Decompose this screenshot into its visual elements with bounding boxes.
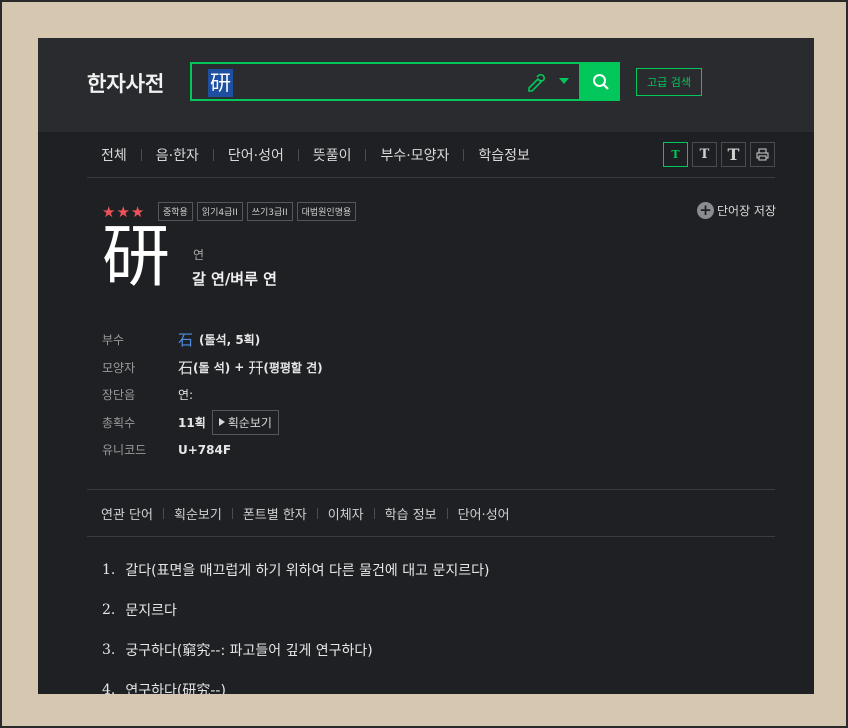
info-row-shape: 모양자 石 (돌 석) + 幵 (평평할 견) (102, 354, 323, 382)
shape-char-link[interactable]: 石 (178, 357, 193, 378)
play-icon (218, 418, 225, 427)
save-label: 단어장 저장 (716, 204, 776, 218)
stroke-order-button[interactable]: 획순보기 (211, 409, 279, 435)
save-to-wordbook-button[interactable]: + 단어장 저장 (696, 202, 776, 219)
stroke-count: 11획 (178, 415, 206, 430)
handwriting-pen-icon[interactable] (525, 71, 547, 93)
tab-all[interactable]: 전체 (87, 145, 141, 165)
badge-list: 중학용 읽기4급II 쓰기3급II 대법원인명용 (158, 202, 357, 221)
search-query[interactable]: 研 (208, 69, 233, 97)
logo[interactable]: 한자사전 (87, 68, 164, 98)
font-large-button[interactable]: T (721, 142, 746, 167)
info-label: 모양자 (102, 360, 136, 375)
info-row-strokes: 총획수 11획 획순보기 (102, 409, 323, 437)
info-label: 장단음 (102, 388, 136, 403)
section-tabs: 연관 단어 획순보기 폰트별 한자 이체자 학습 정보 단어·성어 (87, 489, 775, 537)
definition-number: 1. (102, 562, 116, 578)
print-button[interactable] (750, 142, 775, 167)
hanja-meaning: 갈 연/벼루 연 (192, 270, 277, 288)
info-label: 부수 (102, 333, 125, 348)
photo-frame: 한자사전 研 고급 검색 전체 음·한자 단어·성어 뜻풀이 부수·모양자 학습… (0, 0, 848, 728)
print-icon (756, 148, 769, 161)
definition-text: 문지르다 (125, 603, 177, 619)
tab-meaning[interactable]: 뜻풀이 (299, 145, 366, 165)
definition-text: 갈다(표면을 매끄럽게 하기 위하여 다른 물건에 대고 문지르다) (125, 563, 490, 579)
search-input[interactable]: 研 (190, 62, 581, 101)
definition-number: 2. (102, 602, 116, 618)
info-row-radical: 부수 石 (돌석, 5획) (102, 326, 323, 354)
grade-badge: 읽기4급II (196, 202, 243, 221)
definition-item: 1. 갈다(표면을 매끄럽게 하기 위하여 다른 물건에 대고 문지르다) (102, 550, 489, 590)
shape-plus: + (234, 360, 245, 375)
definition-text: 연구하다(研究--) (125, 683, 226, 694)
advanced-search-button[interactable]: 고급 검색 (636, 68, 702, 96)
definition-item: 3. 궁구하다(窮究--: 파고들어 깊게 연구하다) (102, 630, 489, 670)
plus-icon: + (696, 202, 714, 219)
definition-item: 4. 연구하다(研究--) (102, 670, 489, 694)
font-small-button[interactable]: T (663, 142, 688, 167)
subtab-study-info[interactable]: 학습 정보 (375, 504, 447, 523)
definition-number: 4. (102, 682, 116, 694)
font-medium-button[interactable]: T (692, 142, 717, 167)
subtab-variant[interactable]: 이체자 (318, 504, 374, 523)
definition-list: 1. 갈다(표면을 매끄럽게 하기 위하여 다른 물건에 대고 문지르다) 2.… (102, 550, 489, 694)
stroke-order-label: 획순보기 (227, 415, 272, 430)
info-value: 石 (돌 석) + 幵 (평평할 견) (178, 357, 323, 378)
info-row-length: 장단음 연: (102, 381, 323, 409)
info-label: 총획수 (102, 415, 136, 430)
subtab-words-idioms[interactable]: 단어·성어 (448, 504, 520, 523)
shape-detail: (돌 석) (193, 360, 231, 375)
subtab-related-words[interactable]: 연관 단어 (87, 504, 163, 523)
radical-detail: (돌석, 5획) (199, 333, 261, 348)
tab-radical-shape[interactable]: 부수·모양자 (366, 145, 463, 165)
info-value: U+784F (178, 442, 232, 457)
info-value: 石 (돌석, 5획) (178, 329, 260, 350)
definition-item: 2. 문지르다 (102, 590, 489, 630)
hanja-reading: 연 (193, 248, 205, 262)
header: 한자사전 研 고급 검색 (38, 38, 814, 132)
dictionary-app: 한자사전 研 고급 검색 전체 음·한자 단어·성어 뜻풀이 부수·모양자 학습… (38, 38, 814, 694)
info-row-unicode: 유니코드 U+784F (102, 436, 323, 464)
grade-badge: 대법원인명용 (296, 202, 357, 221)
definition-number: 3. (102, 642, 116, 658)
subtab-stroke-order[interactable]: 획순보기 (164, 504, 232, 523)
search-button[interactable] (581, 62, 620, 101)
definition-text: 궁구하다(窮究--: 파고들어 깊게 연구하다) (125, 643, 373, 659)
search-icon (592, 73, 609, 90)
info-value: 11획 획순보기 (178, 409, 279, 435)
font-size-controls: T T T (663, 142, 775, 167)
info-label: 유니코드 (102, 443, 147, 458)
subtab-font-hanja[interactable]: 폰트별 한자 (233, 504, 317, 523)
info-value: 연: (178, 388, 194, 403)
grade-badge: 쓰기3급II (246, 202, 293, 221)
tab-words-idioms[interactable]: 단어·성어 (214, 145, 298, 165)
shape-detail: (평평할 견) (263, 360, 323, 375)
tab-study-info[interactable]: 학습정보 (464, 145, 544, 165)
hanja-info-table: 부수 石 (돌석, 5획) 모양자 石 (돌 석) + 幵 (평평할 견) 장단… (102, 326, 323, 464)
chevron-down-icon[interactable] (559, 78, 569, 84)
category-tabs: 전체 음·한자 단어·성어 뜻풀이 부수·모양자 학습정보 T T T (87, 132, 775, 178)
shape-char-link[interactable]: 幵 (248, 357, 263, 378)
hanja-character: 研 (102, 218, 171, 297)
radical-link[interactable]: 石 (178, 329, 193, 350)
tab-reading-hanja[interactable]: 음·한자 (142, 145, 213, 165)
